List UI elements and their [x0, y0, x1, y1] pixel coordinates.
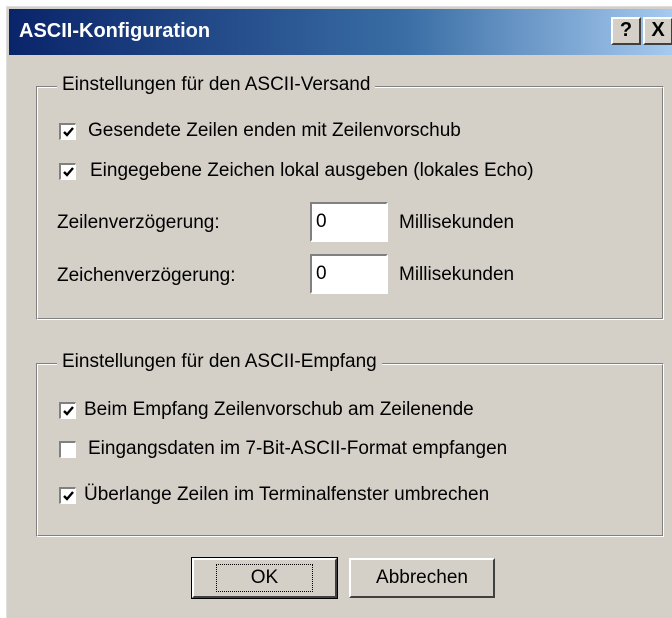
char-delay-label: Zeichenverzögerung: [57, 265, 236, 286]
receive-settings-title: Einstellungen für den ASCII-Empfang [57, 351, 382, 373]
send-settings-group: Einstellungen für den ASCII-Versand Gese… [36, 74, 664, 320]
checkbox-row-line-feed-receive[interactable]: Beim Empfang Zeilenvorschub am Zeilenend… [59, 399, 474, 421]
checkmark-icon [63, 405, 74, 416]
checkbox-row-wrap-lines[interactable]: Überlange Zeilen im Terminalfenster umbr… [59, 484, 489, 506]
checkbox-label-line-feed-send: Gesendete Zeilen enden mit Zeilenvorschu… [88, 120, 461, 141]
checkbox-label-wrap-lines: Überlange Zeilen im Terminalfenster umbr… [84, 484, 490, 505]
checkbox-wrap-lines[interactable] [59, 486, 76, 504]
close-button[interactable]: X [643, 17, 672, 45]
help-button[interactable]: ? [611, 17, 641, 45]
char-delay-input[interactable] [310, 254, 388, 294]
char-delay-unit: Millisekunden [399, 264, 515, 285]
window-title: ASCII-Konfiguration [19, 20, 211, 42]
checkbox-label-line-feed-receive: Beim Empfang Zeilenvorschub am Zeilenend… [84, 399, 474, 420]
checkmark-icon [63, 166, 74, 177]
checkbox-label-7bit: Eingangsdaten im 7-Bit-ASCII-Format empf… [88, 438, 508, 459]
checkmark-icon [63, 490, 74, 501]
cancel-button-label: Abbrechen [376, 567, 468, 588]
checkbox-line-feed-receive[interactable] [59, 401, 76, 419]
receive-settings-group: Einstellungen für den ASCII-Empfang Beim… [36, 351, 664, 537]
close-icon: X [651, 19, 665, 41]
line-delay-input[interactable] [310, 202, 388, 242]
checkbox-label-local-echo: Eingegebene Zeichen lokal ausgeben (loka… [90, 160, 534, 181]
checkbox-line-feed-send[interactable] [59, 122, 76, 140]
ascii-config-dialog: ASCII-Konfiguration ? X Einstellungen fü… [6, 6, 672, 618]
checkbox-row-7bit[interactable]: Eingangsdaten im 7-Bit-ASCII-Format empf… [59, 438, 507, 460]
checkbox-row-local-echo[interactable]: Eingegebene Zeichen lokal ausgeben (loka… [59, 160, 534, 182]
line-delay-label: Zeilenverzögerung: [57, 212, 220, 233]
question-mark-icon: ? [619, 19, 633, 41]
line-delay-unit: Millisekunden [399, 212, 515, 233]
checkbox-row-line-feed-send[interactable]: Gesendete Zeilen enden mit Zeilenvorschu… [59, 120, 461, 142]
title-bar[interactable]: ASCII-Konfiguration ? X [9, 9, 672, 55]
checkbox-7bit[interactable] [59, 440, 76, 458]
checkbox-local-echo[interactable] [59, 162, 76, 180]
checkmark-icon [63, 126, 74, 137]
cancel-button[interactable]: Abbrechen [349, 558, 495, 598]
ok-button[interactable]: OK [191, 557, 338, 599]
send-settings-title: Einstellungen für den ASCII-Versand [57, 74, 376, 96]
ok-button-label: OK [215, 564, 314, 592]
